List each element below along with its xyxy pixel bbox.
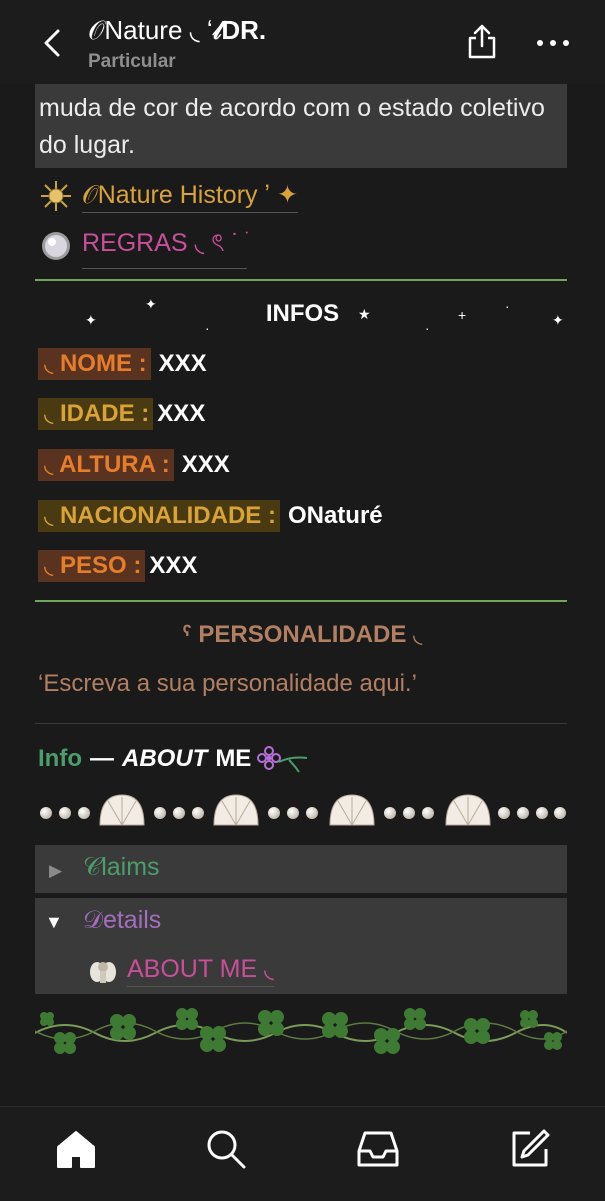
field-idade: ◟ IDADE : XXX <box>38 398 205 430</box>
expanded-arrow-icon[interactable]: ▼ <box>45 912 63 933</box>
field-label: ◟ NACIONALIDADE : <box>38 500 280 532</box>
field-value: XXX <box>157 400 206 427</box>
field-value: XXX <box>158 350 207 377</box>
field-label: ◟ IDADE : <box>38 398 154 430</box>
about-info: Info <box>38 745 82 772</box>
history-link[interactable]: 𝒪Nature History ʼ ✦ <box>40 178 298 214</box>
divider-green <box>35 600 567 602</box>
field-value: ONaturé <box>287 502 383 529</box>
history-link-label: 𝒪Nature History ʼ ✦ <box>82 180 298 213</box>
divider-green <box>35 279 567 281</box>
about-me-link-label: ABOUT ME ◟ <box>127 954 274 987</box>
details-label: 𝒟etails <box>83 906 162 934</box>
flower-icon <box>257 746 308 773</box>
back-icon[interactable] <box>38 28 68 58</box>
angel-icon <box>90 961 116 983</box>
intro-text: muda de cor de acordo com o estado colet… <box>35 84 567 168</box>
shell-border-decoration <box>40 794 566 826</box>
personalidade-title: ˁ PERSONALIDADE ◟ <box>182 621 423 648</box>
inbox-icon[interactable] <box>356 1127 400 1171</box>
more-icon[interactable] <box>536 38 570 48</box>
about-me-link[interactable]: ABOUT ME ◟ <box>89 954 274 987</box>
regras-link[interactable]: REGRAS ◟ ৎ ˙ ֹ <box>40 228 247 269</box>
field-value: XXX <box>149 552 198 579</box>
clover-vine-decoration <box>35 1008 567 1054</box>
claims-collapsible[interactable]: ▶ 𝒞laims <box>35 845 567 893</box>
about-heading: Info — ABOUT ME <box>38 744 309 774</box>
collapsed-arrow-icon[interactable]: ▶ <box>49 861 62 881</box>
home-icon[interactable] <box>54 1127 98 1171</box>
field-label: ◟ PESO : <box>38 550 146 582</box>
compose-icon[interactable] <box>508 1127 552 1171</box>
sun-icon <box>41 181 71 211</box>
bottom-nav <box>0 1106 605 1201</box>
field-label: ◟ NOME : <box>38 348 151 380</box>
field-altura: ◟ ALTURA : XXX <box>38 449 230 481</box>
field-nome: ◟ NOME : XXX <box>38 348 207 380</box>
page-title: 𝒪Nature ◟ ʻ𝓁DR. <box>88 15 267 45</box>
share-icon[interactable] <box>466 24 498 60</box>
details-collapsible[interactable]: ▼ 𝒟etails ABOUT ME ◟ <box>35 898 567 994</box>
top-bar: 𝒪Nature ◟ ʻ𝓁DR. Particular <box>0 0 605 84</box>
field-peso: ◟ PESO : XXX <box>38 550 197 582</box>
field-nacionalidade: ◟ NACIONALIDADE : ONaturé <box>38 500 383 532</box>
field-label: ◟ ALTURA : <box>38 449 174 481</box>
page-subtitle: Particular <box>88 51 176 72</box>
about-dash: — <box>89 745 114 772</box>
divider <box>35 723 567 724</box>
personalidade-text: ‘Escreva a sua personalidade aqui.’ <box>38 670 417 697</box>
about-italic: ABOUT <box>121 745 208 772</box>
claims-label: 𝒞laims <box>83 853 160 881</box>
field-value: XXX <box>181 451 230 478</box>
pearl-icon <box>42 232 70 260</box>
infos-title: INFOS <box>265 300 340 327</box>
search-icon[interactable] <box>204 1127 248 1171</box>
regras-link-label: REGRAS ◟ ৎ ˙ ֹ <box>82 223 247 269</box>
about-me: ME <box>215 745 252 772</box>
